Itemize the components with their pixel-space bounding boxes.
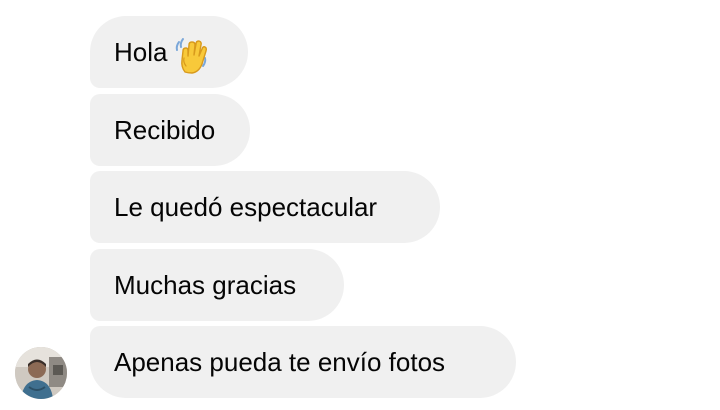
waving-hand-icon bbox=[173, 31, 209, 74]
chat-thread: Hola Recibido Le quedó espectacular Much… bbox=[0, 0, 720, 410]
message-bubble[interactable]: Apenas pueda te envío fotos bbox=[90, 326, 516, 398]
message-text: Muchas gracias bbox=[114, 270, 297, 300]
avatar[interactable] bbox=[15, 347, 67, 399]
message-bubble[interactable]: Recibido bbox=[90, 94, 250, 166]
avatar-photo bbox=[15, 347, 67, 399]
message-text: Recibido bbox=[114, 115, 216, 145]
message-text: Hola bbox=[114, 37, 168, 67]
message-bubble[interactable]: Hola bbox=[90, 16, 248, 88]
message-text: Apenas pueda te envío fotos bbox=[114, 347, 446, 377]
message-text: Le quedó espectacular bbox=[114, 192, 378, 222]
message-bubble[interactable]: Le quedó espectacular bbox=[90, 171, 440, 243]
message-bubble[interactable]: Muchas gracias bbox=[90, 249, 344, 321]
